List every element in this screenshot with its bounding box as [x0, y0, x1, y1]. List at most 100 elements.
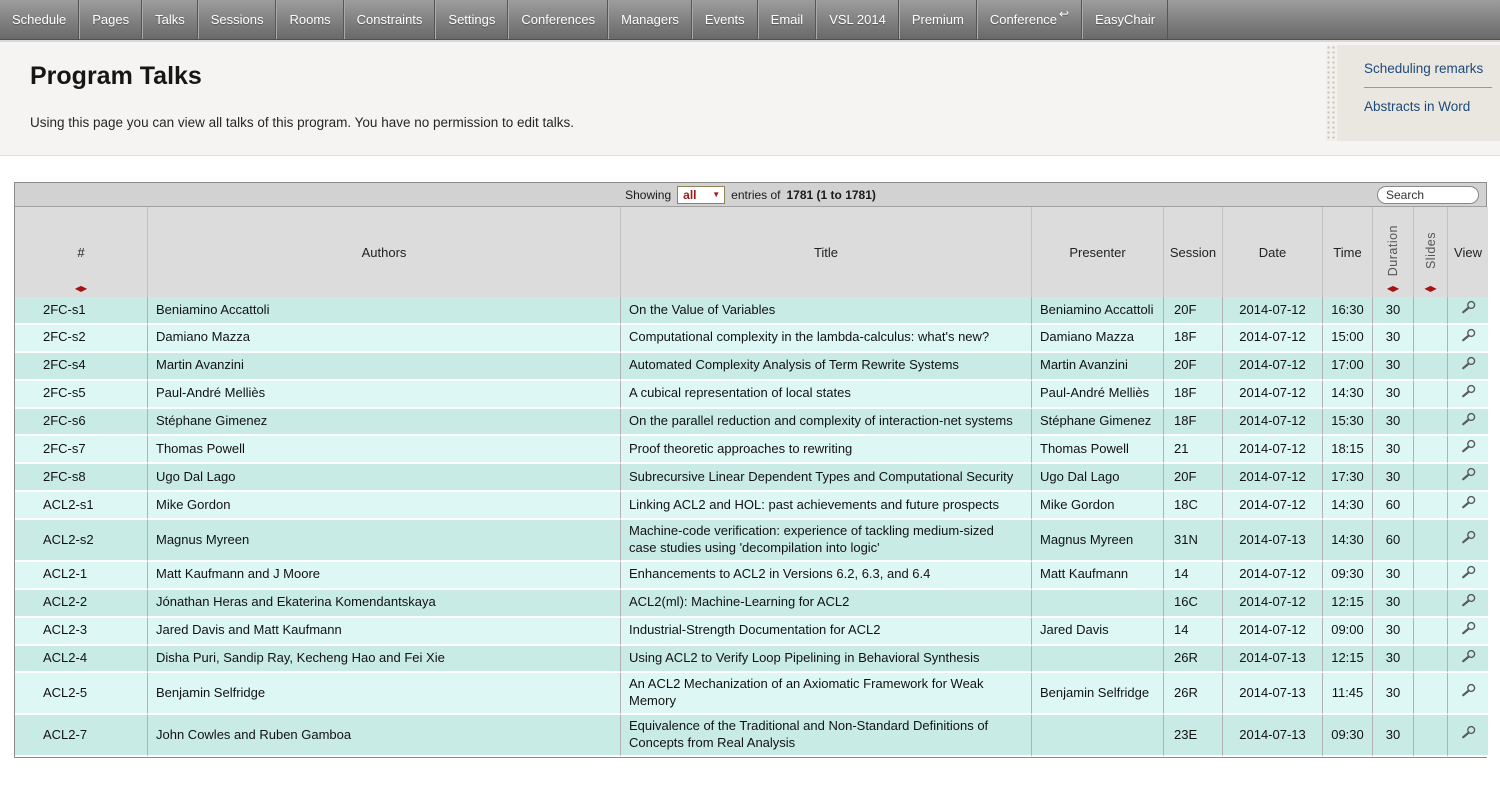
nav-item-easychair[interactable]: EasyChair	[1082, 0, 1168, 39]
cell-session: 20F	[1164, 464, 1223, 492]
cell-duration: 30	[1373, 673, 1414, 715]
nav-item-conferences[interactable]: Conferences	[508, 0, 608, 39]
nav-item-events[interactable]: Events	[692, 0, 758, 39]
magnifier-icon[interactable]	[1460, 467, 1477, 487]
sort-arrows-icon[interactable]: ◀▶	[1387, 284, 1399, 293]
cell-slides	[1414, 590, 1448, 618]
cell-authors: Stéphane Gimenez	[148, 409, 621, 437]
view-cell	[1448, 520, 1488, 562]
cell-id: 2FC-s4	[15, 353, 148, 381]
cell-duration: 30	[1373, 618, 1414, 646]
cell-date: 2014-07-12	[1223, 325, 1323, 353]
nav-item-rooms[interactable]: Rooms	[276, 0, 343, 39]
cell-session: 23E	[1164, 715, 1223, 757]
sort-arrows-icon[interactable]: ◀▶	[1424, 284, 1436, 293]
cell-presenter: Thomas Powell	[1032, 436, 1164, 464]
nav-item-vsl-2014[interactable]: VSL 2014	[816, 0, 899, 39]
magnifier-icon[interactable]	[1460, 356, 1477, 376]
search-input[interactable]	[1377, 186, 1479, 204]
cell-duration: 60	[1373, 492, 1414, 520]
cell-session: 18C	[1164, 492, 1223, 520]
cell-id: ACL2-1	[15, 562, 148, 590]
magnifier-icon[interactable]	[1460, 439, 1477, 459]
cell-authors: Damiano Mazza	[148, 325, 621, 353]
cell-presenter: Magnus Myreen	[1032, 520, 1164, 562]
talks-table: #◀▶AuthorsTitlePresenterSessionDateTimeD…	[15, 207, 1488, 757]
table-row: ACL2-s2Magnus MyreenMachine-code verific…	[15, 520, 1488, 562]
magnifier-icon[interactable]	[1460, 412, 1477, 432]
cell-time: 17:30	[1323, 464, 1373, 492]
cell-presenter: Stéphane Gimenez	[1032, 409, 1164, 437]
nav-item-talks[interactable]: Talks	[142, 0, 198, 39]
column-header-view: View	[1448, 207, 1488, 297]
cell-time: 18:15	[1323, 436, 1373, 464]
cell-date: 2014-07-12	[1223, 381, 1323, 409]
table-row: 2FC-s8Ugo Dal LagoSubrecursive Linear De…	[15, 464, 1488, 492]
cell-duration: 30	[1373, 590, 1414, 618]
nav-item-label: Email	[771, 12, 804, 27]
cell-slides	[1414, 492, 1448, 520]
cell-authors: Jónathan Heras and Ekaterina Komendantsk…	[148, 590, 621, 618]
nav-item-email[interactable]: Email	[758, 0, 817, 39]
nav-item-settings[interactable]: Settings	[435, 0, 508, 39]
entries-prefix: entries of	[731, 188, 780, 202]
cell-slides	[1414, 381, 1448, 409]
cell-slides	[1414, 297, 1448, 325]
magnifier-icon[interactable]	[1460, 649, 1477, 669]
magnifier-icon[interactable]	[1460, 530, 1477, 550]
scheduling-remarks-link[interactable]: Scheduling remarks	[1364, 59, 1500, 78]
cell-time: 15:30	[1323, 409, 1373, 437]
column-header-[interactable]: #◀▶	[15, 207, 148, 297]
cell-presenter: Ugo Dal Lago	[1032, 464, 1164, 492]
side-panel-divider	[1364, 87, 1492, 88]
table-header: #◀▶AuthorsTitlePresenterSessionDateTimeD…	[15, 207, 1488, 297]
abstracts-in-word-link[interactable]: Abstracts in Word	[1364, 97, 1500, 116]
cell-session: 20F	[1164, 297, 1223, 325]
column-header-slides[interactable]: Slides◀▶	[1414, 207, 1448, 297]
top-navigation: SchedulePagesTalksSessionsRoomsConstrain…	[0, 0, 1500, 40]
magnifier-icon[interactable]	[1460, 300, 1477, 320]
cell-time: 17:00	[1323, 353, 1373, 381]
cell-id: ACL2-s2	[15, 520, 148, 562]
cell-session: 18F	[1164, 381, 1223, 409]
cell-time: 15:00	[1323, 325, 1373, 353]
magnifier-icon[interactable]	[1460, 495, 1477, 515]
magnifier-icon[interactable]	[1460, 565, 1477, 585]
view-cell	[1448, 381, 1488, 409]
table-row: ACL2-1Matt Kaufmann and J MooreEnhanceme…	[15, 562, 1488, 590]
sort-arrows-icon[interactable]: ◀▶	[75, 284, 87, 293]
magnifier-icon[interactable]	[1460, 683, 1477, 703]
column-header-session: Session	[1164, 207, 1223, 297]
nav-item-conference[interactable]: Conference↩	[977, 0, 1082, 39]
cell-title: Proof theoretic approaches to rewriting	[621, 436, 1032, 464]
column-label: Title	[814, 245, 838, 260]
entries-per-page-select[interactable]: all ▼	[677, 186, 725, 204]
magnifier-icon[interactable]	[1460, 328, 1477, 348]
magnifier-icon[interactable]	[1460, 384, 1477, 404]
cell-date: 2014-07-12	[1223, 464, 1323, 492]
nav-item-label: Events	[705, 12, 745, 27]
nav-item-managers[interactable]: Managers	[608, 0, 692, 39]
nav-item-sessions[interactable]: Sessions	[198, 0, 277, 39]
return-arrow-icon: ↩	[1059, 7, 1069, 21]
magnifier-icon[interactable]	[1460, 593, 1477, 613]
view-cell	[1448, 297, 1488, 325]
column-header-duration[interactable]: Duration◀▶	[1373, 207, 1414, 297]
nav-item-pages[interactable]: Pages	[79, 0, 142, 39]
cell-date: 2014-07-13	[1223, 646, 1323, 674]
cell-id: ACL2-3	[15, 618, 148, 646]
nav-item-premium[interactable]: Premium	[899, 0, 977, 39]
page-title: Program Talks	[0, 42, 1500, 91]
cell-date: 2014-07-12	[1223, 436, 1323, 464]
cell-date: 2014-07-13	[1223, 715, 1323, 757]
cell-time: 14:30	[1323, 381, 1373, 409]
nav-item-constraints[interactable]: Constraints	[344, 0, 436, 39]
cell-slides	[1414, 464, 1448, 492]
magnifier-icon[interactable]	[1460, 621, 1477, 641]
cell-duration: 30	[1373, 715, 1414, 757]
table-row: ACL2-2Jónathan Heras and Ekaterina Komen…	[15, 590, 1488, 618]
nav-item-schedule[interactable]: Schedule	[0, 0, 79, 39]
cell-authors: John Cowles and Ruben Gamboa	[148, 715, 621, 757]
cell-authors: Magnus Myreen	[148, 520, 621, 562]
magnifier-icon[interactable]	[1460, 725, 1477, 745]
